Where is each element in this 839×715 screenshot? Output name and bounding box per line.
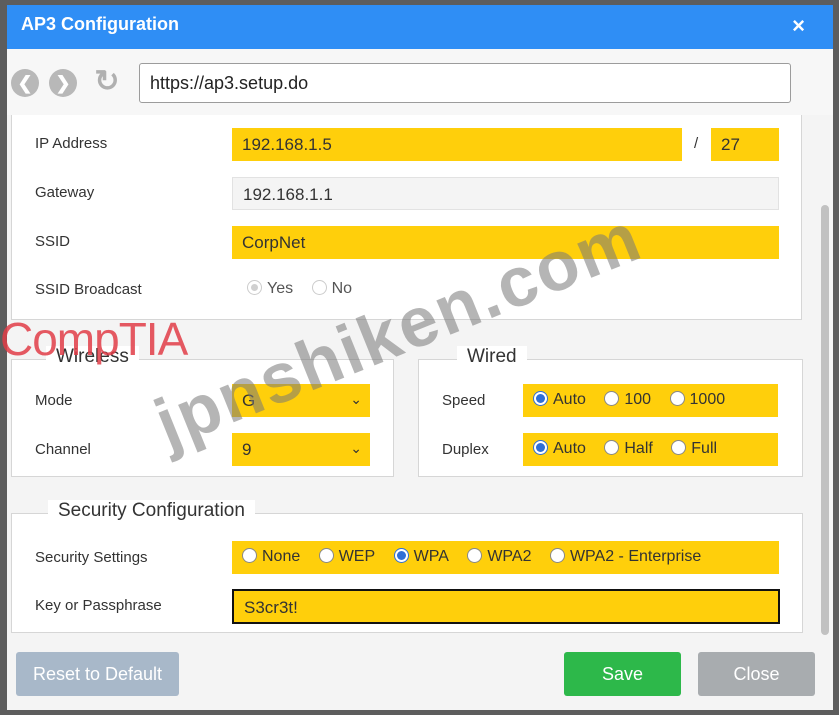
radio-icon [467,548,483,563]
radio-icon [533,391,548,406]
ip-address-label: IP Address [35,135,108,152]
security-option-wpa[interactable]: WPA [393,548,449,566]
duplex-group: Auto Half Full [523,433,778,466]
security-panel: Security Configuration Security Settings… [11,500,803,633]
ssid-broadcast-label: SSID Broadcast [35,281,142,298]
chevron-down-icon: ⌄ [350,391,362,407]
broadcast-option-no[interactable]: No [311,280,352,298]
duplex-option-full[interactable]: Full [671,440,717,458]
content-area: IP Address 192.168.1.5 / 27 Gateway 192.… [7,115,833,645]
radio-icon [604,440,620,455]
prefix-field[interactable]: 27 [711,128,779,161]
security-legend: Security Configuration [48,500,255,522]
radio-icon [669,391,685,406]
mode-value: G [242,391,256,410]
ssid-broadcast-group: Yes No [237,273,376,306]
mode-select[interactable]: G ⌄ [232,384,370,417]
url-input[interactable]: https://ap3.setup.do [139,63,791,103]
radio-icon [393,548,409,563]
speed-label: Speed [442,392,486,409]
channel-select[interactable]: 9 ⌄ [232,433,370,466]
duplex-label: Duplex [442,441,489,458]
radio-icon [604,391,620,406]
ssid-field[interactable]: CorpNet [232,226,779,259]
duplex-option-auto[interactable]: Auto [533,440,586,458]
config-window: AP3 Configuration × ❮ ❯ ↻ https://ap3.se… [7,5,833,710]
forward-arrow-icon[interactable]: ❯ [49,69,77,97]
passphrase-input[interactable]: S3cr3t! [232,589,780,624]
title-bar: AP3 Configuration × [7,5,833,49]
close-button[interactable]: Close [698,652,815,696]
speed-option-100[interactable]: 100 [604,391,651,409]
gateway-label: Gateway [35,184,95,201]
close-window-icon[interactable]: × [792,13,805,39]
ip-address-field[interactable]: 192.168.1.5 [232,128,682,161]
radio-icon [671,440,687,455]
radio-icon [549,548,565,563]
prefix-separator: / [694,135,699,152]
radio-icon [533,440,548,455]
window-title: AP3 Configuration [21,14,179,34]
back-arrow-icon[interactable]: ❮ [11,69,39,97]
wired-legend: Wired [457,346,527,368]
security-option-wep[interactable]: WEP [318,548,375,566]
duplex-option-half[interactable]: Half [604,440,653,458]
passphrase-label: Key or Passphrase [35,597,162,614]
speed-option-1000[interactable]: 1000 [669,391,725,409]
security-settings-label: Security Settings [35,549,148,566]
channel-value: 9 [242,440,252,459]
security-option-wpa2-enterprise[interactable]: WPA2 - Enterprise [549,548,701,566]
chevron-down-icon: ⌄ [350,440,362,456]
mode-label: Mode [35,392,73,409]
channel-label: Channel [35,441,91,458]
wired-panel: Wired Speed Auto 100 1000 Duplex Auto Ha… [418,346,803,477]
broadcast-option-yes[interactable]: Yes [247,280,293,298]
scrollbar[interactable] [821,205,829,635]
security-option-none[interactable]: None [242,548,300,566]
speed-group: Auto 100 1000 [523,384,778,417]
reset-to-default-button[interactable]: Reset to Default [16,652,179,696]
radio-icon [318,548,334,563]
radio-icon [242,548,257,563]
save-button[interactable]: Save [564,652,681,696]
gateway-field: 192.168.1.1 [232,177,779,210]
wireless-panel: Wireless Mode G ⌄ Channel 9 ⌄ [11,346,394,477]
security-settings-group: None WEP WPA WPA2 WPA2 - Enterprise [232,541,779,574]
network-panel: IP Address 192.168.1.5 / 27 Gateway 192.… [11,115,802,320]
browser-nav: ❮ ❯ ↻ https://ap3.setup.do [7,49,833,115]
wireless-legend: Wireless [46,346,139,368]
ssid-label: SSID [35,233,71,250]
radio-icon [311,280,327,295]
radio-icon [247,280,262,295]
security-option-wpa2[interactable]: WPA2 [467,548,531,566]
speed-option-auto[interactable]: Auto [533,391,586,409]
refresh-icon[interactable]: ↻ [93,67,121,97]
